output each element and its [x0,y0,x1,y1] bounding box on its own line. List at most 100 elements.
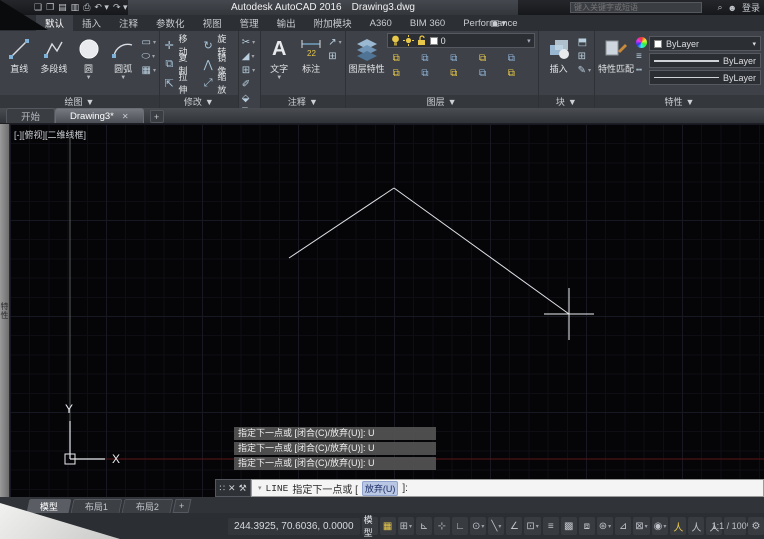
ribbon-tab[interactable]: 管理 [231,15,268,31]
panel-modify-footer[interactable]: 修改 ▼ [160,95,238,108]
ribbon-display-options-icon[interactable]: ▣ ▾ [490,15,506,31]
lineweight-dropdown[interactable]: ByLayer [649,53,761,68]
transparency-icon[interactable]: ▩ [560,517,577,535]
match-properties-button[interactable]: 特性匹配 [598,33,634,93]
color-wheel-icon[interactable] [636,37,647,48]
linetype-dropdown[interactable]: ByLayer [649,70,761,85]
insert-block-button[interactable]: 插入 [542,33,576,93]
new-tab-button[interactable]: + [149,110,164,123]
undo-icon[interactable]: ↶ ▾ [94,0,109,15]
stretch-button[interactable]: ⇱ 拉伸 [163,72,196,95]
isometric-drafting-icon[interactable]: ╲ ▾ [488,517,505,535]
fillet-icon[interactable]: ◢ ▾ [242,51,255,62]
layer-unlock-icon[interactable]: ⧉ [450,68,471,79]
layer-on-icon[interactable] [391,35,400,46]
lineweight-list-button[interactable]: ≡ [636,51,647,62]
object-snap-icon[interactable]: ⊡ ▾ [524,517,541,535]
layer-properties-button[interactable]: 图层特性 [349,33,385,93]
open-file-icon[interactable]: ❒ [46,0,54,15]
linetype-list-button[interactable]: ┅ [636,65,647,76]
ortho-mode-icon[interactable]: ∟ [451,517,468,535]
ribbon-tab[interactable]: A360 [361,15,401,31]
explode-icon[interactable]: ⬙ [242,93,255,104]
new-file-icon[interactable]: ❑ [34,0,42,15]
layer-lock-icon[interactable]: ⧉ [479,53,500,64]
help-search-box[interactable] [570,2,702,13]
array-icon[interactable]: ⊞ ▾ [242,65,255,76]
properties-palette-bar[interactable]: 特性 [0,124,10,497]
hatch-button[interactable]: ▦ ▾ [142,65,156,76]
new-layout-button[interactable]: + [172,499,192,513]
customization-gear-icon[interactable]: ⚙ [748,517,764,535]
multileader-icon[interactable]: ↗ ▾ [328,37,341,48]
3d-object-snap-icon[interactable]: ⊛ ▾ [596,517,614,535]
ribbon-tab[interactable]: 注释 [110,15,147,31]
text-button[interactable]: A 文字 ▼ [264,33,294,93]
infer-constraints-icon[interactable]: ⊾ [415,517,432,535]
plot-icon[interactable]: ⎙ [83,0,90,15]
save-icon[interactable]: ▤ [58,0,67,15]
layer-color-swatch[interactable] [429,36,438,45]
annotation-visibility-icon[interactable]: 人 [670,517,687,535]
selection-cycling-icon[interactable]: ⧈ [578,517,595,535]
recent-commands-icon[interactable]: ▾ [258,484,262,492]
osnap-tracking-icon[interactable]: ∠ [506,517,523,535]
autoscale-icon[interactable]: 人 [688,517,705,535]
ribbon-tab[interactable]: 参数化 [147,15,194,31]
layer-previous-icon[interactable]: ⧉ [421,68,442,79]
rectangle-button[interactable]: ▭ ▾ [142,37,156,48]
drawing-canvas[interactable]: [-][俯视][二维线框] XY 指定下一点或 [闭合(C)/放弃(U)]: U… [10,124,764,497]
layer-dropdown-arrow[interactable]: ▾ [527,37,531,45]
ribbon-tab[interactable]: 输出 [268,15,305,31]
layer-match-icon[interactable]: ⧉ [508,53,529,64]
file-tab-start[interactable]: 开始 [6,108,56,123]
undo-option-chip[interactable]: 放弃(U) [361,480,399,496]
gizmo-icon[interactable]: ◉ ▾ [651,517,669,535]
annotation-scale-button[interactable]: 1:1 / 100% ▾ [712,517,759,535]
dimension-button[interactable]: 22 标注 [296,33,326,93]
circle-flyout-arrow[interactable]: ▼ [86,75,92,81]
layer-off-icon[interactable]: ⧉ [393,53,414,64]
line-button[interactable]: 直线 [3,33,36,93]
panel-annotate-footer[interactable]: 注释 ▼ [261,95,345,108]
tab-model[interactable]: 模型 [26,499,72,513]
create-block-icon[interactable]: ⊞ [578,51,591,62]
edit-block-icon[interactable]: ⬒ [578,37,591,48]
layer-thaw-icon[interactable] [402,35,414,46]
layer-isolate-icon[interactable]: ⧉ [421,53,442,64]
arc-flyout-arrow[interactable]: ▼ [120,75,126,81]
panel-layers-footer[interactable]: 图层 ▼ [345,95,538,108]
erase-icon[interactable]: ✐ [242,79,255,90]
selection-filtering-icon[interactable]: ⊠ ▾ [633,517,650,535]
ribbon-tab[interactable]: 附加模块 [305,15,361,31]
save-as-icon[interactable]: ▥ [71,0,80,15]
table-icon[interactable]: ⊞ [328,51,341,62]
layer-merge-icon[interactable]: ⧉ [508,68,529,79]
define-attributes-icon[interactable]: ✎ ▾ [578,65,591,76]
command-input-line[interactable]: ▾ LINE 指定下一点或 [ 放弃(U) ]: [251,479,764,497]
object-color-dropdown[interactable]: ByLayer ▾ [649,36,761,51]
panel-properties-footer[interactable]: 特性 ▼ [595,95,764,108]
polar-tracking-icon[interactable]: ⊙ ▾ [469,517,487,535]
circle-button[interactable]: 圆 ▼ [72,33,105,93]
grid-display-icon[interactable]: ▦ [379,517,396,535]
tab-layout2[interactable]: 布局2 [121,499,174,513]
wrench-icon[interactable]: ⚒ [239,483,247,494]
panel-draw-footer[interactable]: 绘图 ▼ [0,95,159,108]
arc-button[interactable]: 圆弧 ▼ [107,33,140,93]
close-tab-icon[interactable]: ✕ [122,112,129,121]
ribbon-tab[interactable]: 视图 [194,15,231,31]
tab-layout1[interactable]: 布局1 [70,499,123,513]
ribbon-tab[interactable]: 插入 [73,15,110,31]
ribbon-tab[interactable]: BIM 360 [401,15,454,31]
redo-icon[interactable]: ↷ ▾ [113,0,128,15]
model-paper-toggle[interactable]: 模型 [361,515,378,538]
polyline-button[interactable]: 多段线 [38,33,71,93]
sign-in-button[interactable]: 登录 [742,1,760,14]
dock-grip-handle[interactable]: ∷ [219,483,225,494]
file-tab-drawing3[interactable]: Drawing3* ✕ [55,108,144,123]
dynamic-input-icon[interactable]: ⊹ [433,517,450,535]
search-input[interactable] [571,3,701,12]
exchange-search-icon[interactable]: ⌕ [717,2,722,13]
layer-unisolate-icon[interactable]: ⧉ [479,68,500,79]
